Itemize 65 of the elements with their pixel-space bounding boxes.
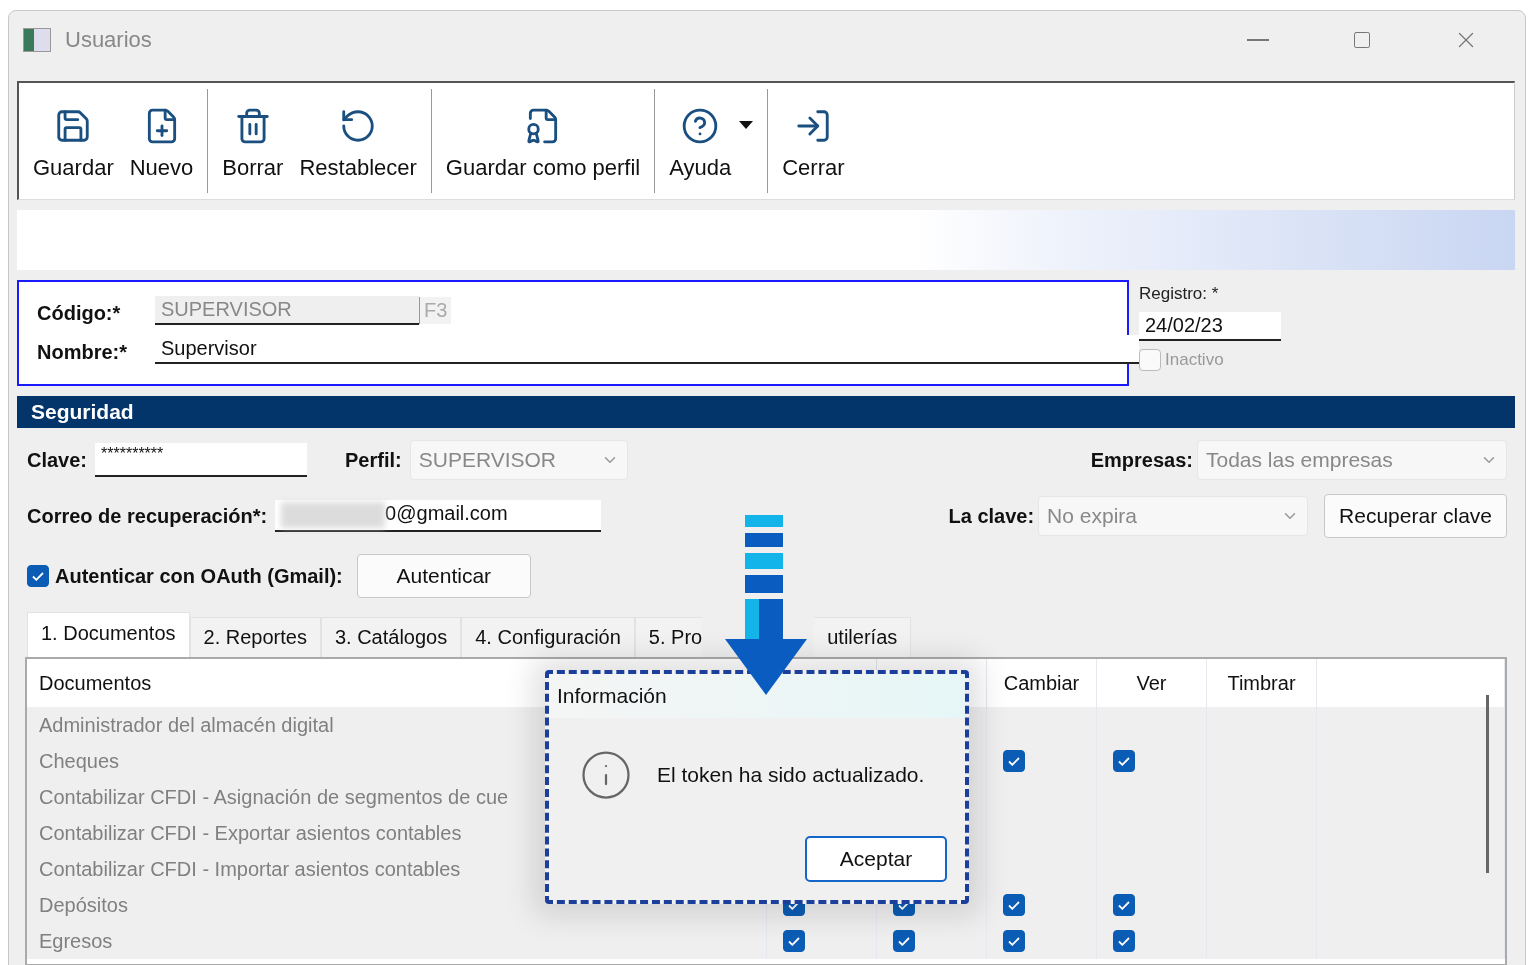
checkmark-icon xyxy=(32,571,44,581)
checkbox[interactable] xyxy=(1139,349,1161,371)
tab[interactable]: 1. Documentos xyxy=(27,612,190,657)
checkmark-icon xyxy=(1008,936,1020,946)
accept-button[interactable]: Aceptar xyxy=(805,836,947,882)
checkbox[interactable] xyxy=(1003,930,1025,952)
email-text: 0@gmail.com xyxy=(385,502,508,525)
recover-password-button[interactable]: Recuperar clave xyxy=(1324,494,1507,538)
column-header: Timbrar xyxy=(1227,671,1296,695)
section-header: Seguridad xyxy=(17,396,1515,428)
checkbox[interactable] xyxy=(893,930,915,952)
input-field: SUPERVISOR xyxy=(155,296,419,325)
tab[interactable]: 4. Configuración xyxy=(461,617,635,657)
checkmark-icon xyxy=(1118,936,1130,946)
field-label: Correo de recuperación*: xyxy=(27,504,268,528)
checkbox[interactable] xyxy=(1113,930,1135,952)
minimize-icon xyxy=(1247,39,1269,41)
checkmark-icon xyxy=(1118,900,1130,910)
toolbar-button[interactable]: Guardar como perfil xyxy=(437,97,649,185)
dialog-title: Información xyxy=(549,674,965,718)
email-field[interactable]: 0@gmail.com xyxy=(275,500,602,532)
checkbox[interactable] xyxy=(1113,894,1135,916)
checkbox[interactable] xyxy=(1003,750,1025,772)
field-label: Código:* xyxy=(37,302,122,325)
toolbar-button[interactable]: Ayuda xyxy=(661,97,740,185)
toolbar-button[interactable]: Cerrar xyxy=(774,97,853,185)
dialog-message: El token ha sido actualizado. xyxy=(657,763,925,787)
toolbar-button[interactable]: Guardar xyxy=(25,97,122,185)
date-field[interactable]: 24/02/23 xyxy=(1139,312,1281,341)
info-icon xyxy=(579,748,633,802)
toolbar-button[interactable]: Nuevo xyxy=(121,97,202,185)
column-header: Cambiar xyxy=(1003,671,1080,695)
window-title: Usuarios xyxy=(65,27,153,53)
field-label: Nombre:* xyxy=(37,341,128,364)
field-label: Clave: xyxy=(27,448,88,472)
toolbar-button[interactable]: Borrar xyxy=(214,97,292,185)
toolbar-button[interactable]: Restablecer xyxy=(291,97,425,185)
checkbox[interactable] xyxy=(1113,750,1135,772)
field-label: La clave: xyxy=(948,504,1035,528)
field-label: Empresas: xyxy=(1090,448,1193,472)
checkmark-icon xyxy=(1008,900,1020,910)
tab[interactable]: 3. Catálogos xyxy=(320,617,462,657)
column-header: Documentos xyxy=(39,671,152,695)
tab[interactable]: 5. Pro xyxy=(634,617,703,657)
help-icon xyxy=(681,107,720,145)
tab[interactable]: 2. Reportes xyxy=(189,617,321,657)
checkmark-icon xyxy=(898,936,910,946)
field-label: Perfil: xyxy=(345,448,402,472)
checkbox[interactable] xyxy=(1003,894,1025,916)
column-header: Ver xyxy=(1136,671,1167,695)
checkbox-label: Autenticar con OAuth (Gmail): xyxy=(55,564,343,588)
maximize-icon xyxy=(1352,30,1372,50)
dropdown-caret-icon[interactable] xyxy=(739,121,754,131)
password-field[interactable]: ********** xyxy=(95,443,308,477)
app-icon xyxy=(23,28,51,52)
checkbox[interactable] xyxy=(27,565,49,587)
input-field[interactable]: Supervisor xyxy=(155,335,1139,364)
field-label: Registro: * xyxy=(1139,284,1220,304)
authenticate-button[interactable]: Autenticar xyxy=(356,554,531,598)
checkmark-icon xyxy=(1118,756,1130,766)
checkmark-icon xyxy=(1008,756,1020,766)
checkbox[interactable] xyxy=(783,930,805,952)
checkbox-label: Inactivo xyxy=(1165,350,1224,370)
checkmark-icon xyxy=(788,936,800,946)
tab[interactable]: utilerías xyxy=(814,617,912,657)
